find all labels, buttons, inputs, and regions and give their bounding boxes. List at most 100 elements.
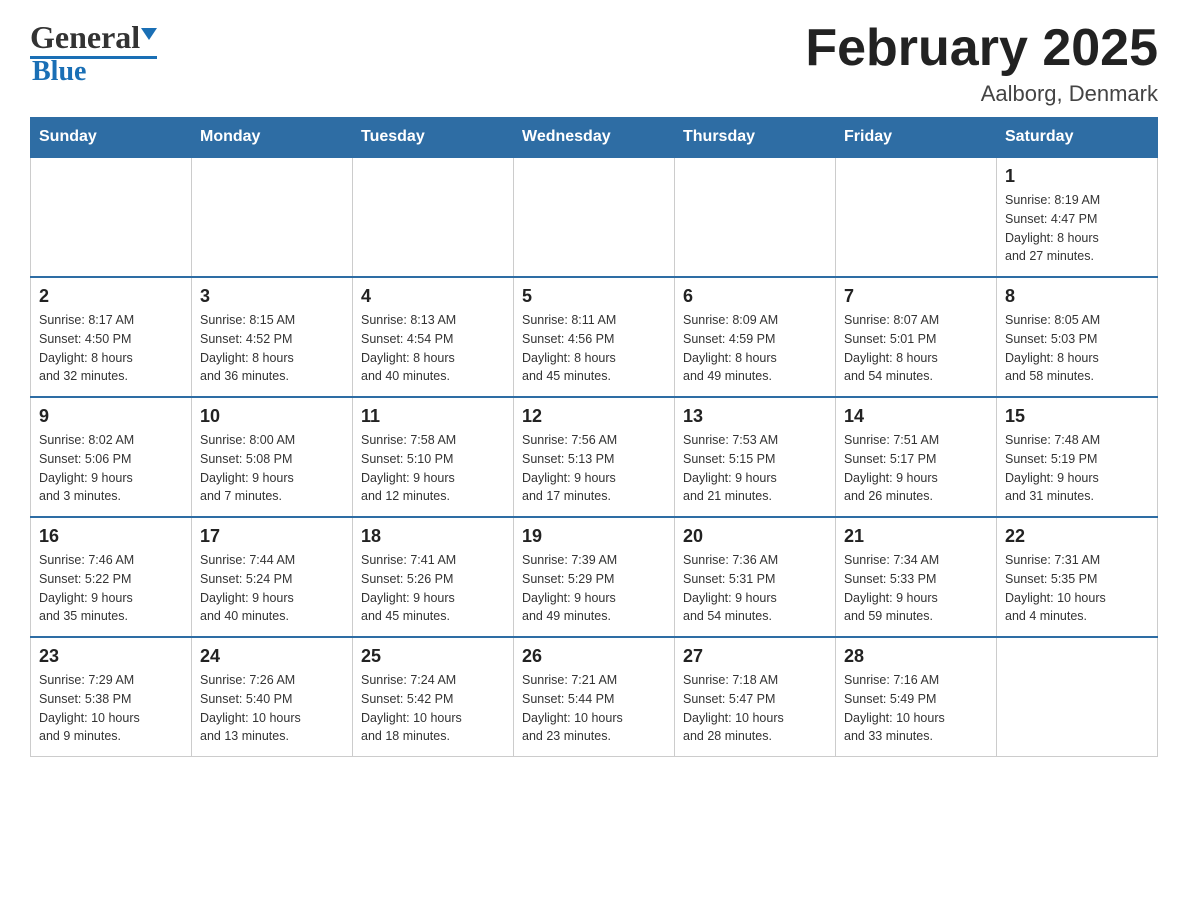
calendar-cell: 9 Sunrise: 8:02 AM Sunset: 5:06 PM Daylig…	[31, 397, 192, 517]
day-number: 22	[1005, 526, 1149, 547]
calendar-cell: 12 Sunrise: 7:56 AM Sunset: 5:13 PM Dayli…	[514, 397, 675, 517]
calendar-cell	[192, 157, 353, 277]
calendar-week-row: 16Sunrise: 7:46 AM Sunset: 5:22 PM Dayli…	[31, 517, 1158, 637]
calendar-cell: 14 Sunrise: 7:51 AM Sunset: 5:17 PM Dayli…	[836, 397, 997, 517]
logo-general-text: General	[30, 20, 140, 55]
calendar-week-row: 1 Sunrise: 8:19 AM Sunset: 4:47 PM Daylig…	[31, 157, 1158, 277]
day-number: 18	[361, 526, 505, 547]
page-header: General Blue February 2025 Aalborg, Denm…	[30, 20, 1158, 107]
day-info: Sunrise: 7:26 AM Sunset: 5:40 PM Dayligh…	[200, 671, 344, 746]
day-info: Sunrise: 7:18 AM Sunset: 5:47 PM Dayligh…	[683, 671, 827, 746]
day-number: 6	[683, 286, 827, 307]
day-info: Sunrise: 7:44 AM Sunset: 5:24 PM Dayligh…	[200, 551, 344, 626]
calendar-cell: 8 Sunrise: 8:05 AM Sunset: 5:03 PM Daylig…	[997, 277, 1158, 397]
day-info: Sunrise: 8:09 AM Sunset: 4:59 PM Dayligh…	[683, 311, 827, 386]
col-tuesday: Tuesday	[353, 118, 514, 158]
day-info: Sunrise: 7:56 AM Sunset: 5:13 PM Dayligh…	[522, 431, 666, 506]
col-sunday: Sunday	[31, 118, 192, 158]
day-info: Sunrise: 7:53 AM Sunset: 5:15 PM Dayligh…	[683, 431, 827, 506]
day-info: Sunrise: 7:41 AM Sunset: 5:26 PM Dayligh…	[361, 551, 505, 626]
month-title: February 2025	[805, 20, 1158, 77]
day-number: 5	[522, 286, 666, 307]
day-info: Sunrise: 7:51 AM Sunset: 5:17 PM Dayligh…	[844, 431, 988, 506]
calendar-cell: 11 Sunrise: 7:58 AM Sunset: 5:10 PM Dayli…	[353, 397, 514, 517]
calendar-cell: 18 Sunrise: 7:41 AM Sunset: 5:26 PM Dayli…	[353, 517, 514, 637]
calendar-header-row: Sunday Monday Tuesday Wednesday Thursday…	[31, 118, 1158, 158]
day-number: 9	[39, 406, 183, 427]
calendar-week-row: 23Sunrise: 7:29 AM Sunset: 5:38 PM Dayli…	[31, 637, 1158, 757]
calendar-cell: 3Sunrise: 8:15 AM Sunset: 4:52 PM Daylig…	[192, 277, 353, 397]
day-info: Sunrise: 8:05 AM Sunset: 5:03 PM Dayligh…	[1005, 311, 1149, 386]
col-friday: Friday	[836, 118, 997, 158]
logo-chevron-icon	[140, 27, 157, 45]
day-number: 13	[683, 406, 827, 427]
logo-blue-text: Blue	[30, 57, 157, 88]
day-info: Sunrise: 7:24 AM Sunset: 5:42 PM Dayligh…	[361, 671, 505, 746]
calendar-cell: 28Sunrise: 7:16 AM Sunset: 5:49 PM Dayli…	[836, 637, 997, 757]
calendar-cell: 20 Sunrise: 7:36 AM Sunset: 5:31 PM Dayli…	[675, 517, 836, 637]
day-info: Sunrise: 8:13 AM Sunset: 4:54 PM Dayligh…	[361, 311, 505, 386]
day-info: Sunrise: 8:07 AM Sunset: 5:01 PM Dayligh…	[844, 311, 988, 386]
day-info: Sunrise: 7:16 AM Sunset: 5:49 PM Dayligh…	[844, 671, 988, 746]
title-area: February 2025 Aalborg, Denmark	[805, 20, 1158, 107]
calendar-week-row: 2Sunrise: 8:17 AM Sunset: 4:50 PM Daylig…	[31, 277, 1158, 397]
day-number: 16	[39, 526, 183, 547]
calendar-cell	[997, 637, 1158, 757]
day-info: Sunrise: 8:02 AM Sunset: 5:06 PM Dayligh…	[39, 431, 183, 506]
calendar-cell: 23Sunrise: 7:29 AM Sunset: 5:38 PM Dayli…	[31, 637, 192, 757]
col-thursday: Thursday	[675, 118, 836, 158]
calendar-cell	[675, 157, 836, 277]
day-info: Sunrise: 7:31 AM Sunset: 5:35 PM Dayligh…	[1005, 551, 1149, 626]
day-number: 21	[844, 526, 988, 547]
calendar-cell: 21 Sunrise: 7:34 AM Sunset: 5:33 PM Dayli…	[836, 517, 997, 637]
calendar-cell: 25 Sunrise: 7:24 AM Sunset: 5:42 PM Dayli…	[353, 637, 514, 757]
day-number: 1	[1005, 166, 1149, 187]
day-number: 15	[1005, 406, 1149, 427]
calendar-cell: 13 Sunrise: 7:53 AM Sunset: 5:15 PM Dayli…	[675, 397, 836, 517]
day-info: Sunrise: 7:39 AM Sunset: 5:29 PM Dayligh…	[522, 551, 666, 626]
day-info: Sunrise: 8:11 AM Sunset: 4:56 PM Dayligh…	[522, 311, 666, 386]
calendar-cell: 2Sunrise: 8:17 AM Sunset: 4:50 PM Daylig…	[31, 277, 192, 397]
calendar-cell: 6 Sunrise: 8:09 AM Sunset: 4:59 PM Daylig…	[675, 277, 836, 397]
calendar-cell: 17 Sunrise: 7:44 AM Sunset: 5:24 PM Dayli…	[192, 517, 353, 637]
calendar-cell	[514, 157, 675, 277]
day-info: Sunrise: 8:19 AM Sunset: 4:47 PM Dayligh…	[1005, 191, 1149, 266]
calendar-cell: 27Sunrise: 7:18 AM Sunset: 5:47 PM Dayli…	[675, 637, 836, 757]
col-wednesday: Wednesday	[514, 118, 675, 158]
day-info: Sunrise: 7:36 AM Sunset: 5:31 PM Dayligh…	[683, 551, 827, 626]
day-number: 20	[683, 526, 827, 547]
calendar-cell: 16Sunrise: 7:46 AM Sunset: 5:22 PM Dayli…	[31, 517, 192, 637]
calendar-cell: 26 Sunrise: 7:21 AM Sunset: 5:44 PM Dayli…	[514, 637, 675, 757]
calendar-cell: 24Sunrise: 7:26 AM Sunset: 5:40 PM Dayli…	[192, 637, 353, 757]
day-number: 2	[39, 286, 183, 307]
day-number: 17	[200, 526, 344, 547]
day-number: 3	[200, 286, 344, 307]
day-info: Sunrise: 7:29 AM Sunset: 5:38 PM Dayligh…	[39, 671, 183, 746]
day-number: 7	[844, 286, 988, 307]
calendar-cell: 22 Sunrise: 7:31 AM Sunset: 5:35 PM Dayli…	[997, 517, 1158, 637]
day-number: 25	[361, 646, 505, 667]
col-monday: Monday	[192, 118, 353, 158]
day-info: Sunrise: 7:21 AM Sunset: 5:44 PM Dayligh…	[522, 671, 666, 746]
calendar-cell: 4Sunrise: 8:13 AM Sunset: 4:54 PM Daylig…	[353, 277, 514, 397]
day-info: Sunrise: 8:00 AM Sunset: 5:08 PM Dayligh…	[200, 431, 344, 506]
day-number: 11	[361, 406, 505, 427]
calendar-cell	[353, 157, 514, 277]
calendar-cell	[31, 157, 192, 277]
day-info: Sunrise: 7:34 AM Sunset: 5:33 PM Dayligh…	[844, 551, 988, 626]
calendar-cell: 19Sunrise: 7:39 AM Sunset: 5:29 PM Dayli…	[514, 517, 675, 637]
calendar-cell: 5 Sunrise: 8:11 AM Sunset: 4:56 PM Daylig…	[514, 277, 675, 397]
calendar-cell: 15 Sunrise: 7:48 AM Sunset: 5:19 PM Dayli…	[997, 397, 1158, 517]
day-info: Sunrise: 7:58 AM Sunset: 5:10 PM Dayligh…	[361, 431, 505, 506]
day-number: 8	[1005, 286, 1149, 307]
calendar-cell: 7 Sunrise: 8:07 AM Sunset: 5:01 PM Daylig…	[836, 277, 997, 397]
day-number: 14	[844, 406, 988, 427]
day-number: 10	[200, 406, 344, 427]
calendar-week-row: 9 Sunrise: 8:02 AM Sunset: 5:06 PM Daylig…	[31, 397, 1158, 517]
day-number: 12	[522, 406, 666, 427]
calendar-table: Sunday Monday Tuesday Wednesday Thursday…	[30, 117, 1158, 757]
logo: General Blue	[30, 20, 157, 88]
day-number: 26	[522, 646, 666, 667]
day-info: Sunrise: 7:48 AM Sunset: 5:19 PM Dayligh…	[1005, 431, 1149, 506]
col-saturday: Saturday	[997, 118, 1158, 158]
